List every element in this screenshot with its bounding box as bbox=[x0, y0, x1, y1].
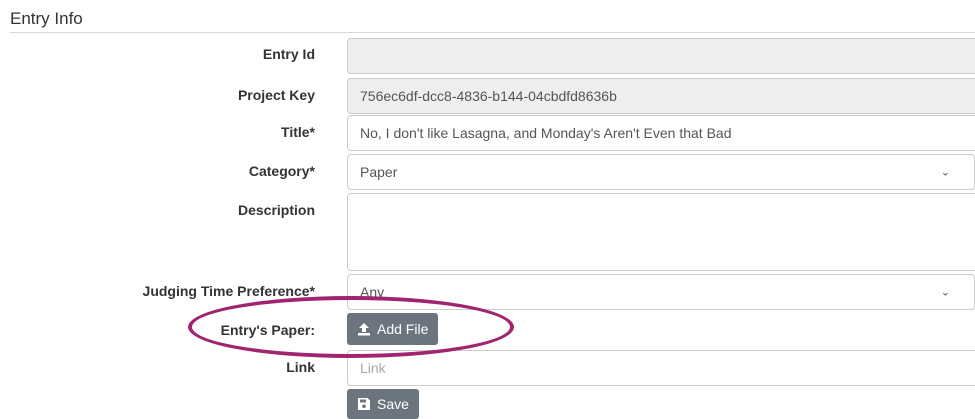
entry-id-field bbox=[347, 38, 975, 74]
category-value: Paper bbox=[360, 164, 398, 180]
chevron-down-icon: ⌄ bbox=[940, 286, 950, 299]
floppy-disk-icon bbox=[357, 397, 371, 411]
add-file-label: Add File bbox=[377, 321, 429, 337]
link-label: Link bbox=[286, 359, 315, 375]
section-title: Entry Info bbox=[10, 9, 83, 28]
category-label: Category* bbox=[248, 163, 315, 179]
title-value: No, I don't like Lasagna, and Monday's A… bbox=[360, 125, 732, 141]
project-key-label: Project Key bbox=[237, 87, 315, 103]
title-input[interactable]: No, I don't like Lasagna, and Monday's A… bbox=[347, 115, 975, 151]
title-label: Title* bbox=[281, 124, 315, 140]
link-input[interactable]: Link bbox=[347, 350, 975, 386]
chevron-down-icon: ⌄ bbox=[940, 166, 950, 179]
add-file-button[interactable]: Add File bbox=[347, 313, 439, 345]
paper-label: Entry's Paper: bbox=[220, 322, 315, 338]
judging-time-value: Any bbox=[360, 284, 385, 300]
description-label: Description bbox=[237, 202, 315, 218]
save-button[interactable]: Save bbox=[347, 389, 419, 419]
entry-id-label: Entry Id bbox=[262, 46, 315, 62]
project-key-field: 756ec6df-dcc8-4836-b144-04cbdfd8636b bbox=[347, 78, 975, 114]
upload-icon bbox=[357, 322, 371, 336]
judging-time-label: Judging Time Preference* bbox=[142, 283, 315, 299]
judging-time-select[interactable]: Any ⌄ bbox=[347, 274, 975, 310]
category-select[interactable]: Paper ⌄ bbox=[347, 154, 975, 190]
section-divider bbox=[10, 32, 975, 33]
project-key-value: 756ec6df-dcc8-4836-b144-04cbdfd8636b bbox=[360, 88, 617, 104]
description-textarea[interactable] bbox=[347, 193, 975, 271]
link-placeholder: Link bbox=[360, 360, 386, 376]
save-label: Save bbox=[377, 396, 409, 412]
